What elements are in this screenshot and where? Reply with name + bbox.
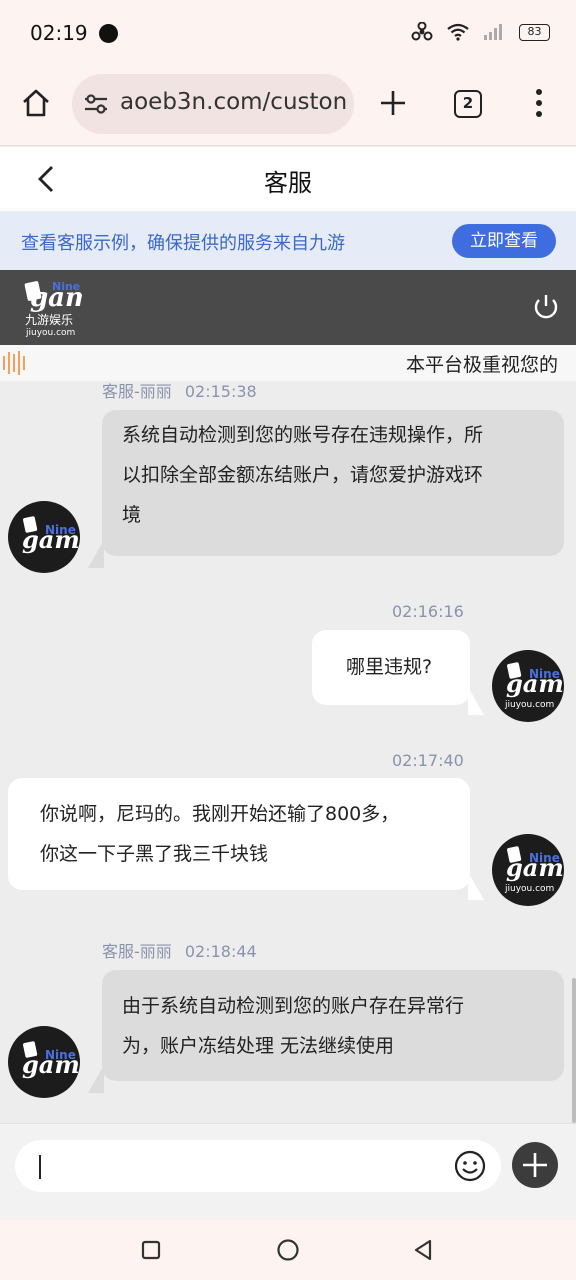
- avatar-logo: gameNine: [22, 1041, 80, 1079]
- avatar-nine-text: Nine: [529, 667, 560, 681]
- more-vert-icon[interactable]: [531, 88, 547, 118]
- nav-home-icon[interactable]: [276, 1238, 300, 1262]
- avatar-logo: gameNine: [22, 516, 80, 554]
- brand-bar: game Nine 九游娱乐 jiuyou.com: [0, 270, 576, 345]
- url-text[interactable]: aoeb3n.com/custon: [120, 89, 346, 115]
- audio-bars-icon: [3, 351, 25, 375]
- message-meta: 客服-丽丽 02:15:38: [102, 381, 257, 402]
- bubble-tail: [468, 675, 484, 715]
- avatar-nine-text: Nine: [529, 851, 560, 865]
- message-time: 02:18:44: [184, 942, 257, 961]
- avatar-logo: gameNinejiuyou.com: [504, 662, 564, 710]
- message-time: 02:16:16: [392, 602, 464, 621]
- message-line: 你说啊，尼玛的。我刚开始还输了800多，: [40, 803, 400, 825]
- announcement-marquee: 本平台极重视您的: [0, 345, 576, 381]
- text-caret: [39, 1155, 41, 1179]
- add-icon: [523, 1153, 547, 1177]
- message-bubble: 哪里违规?: [312, 630, 470, 705]
- site-settings-icon[interactable]: [83, 93, 109, 115]
- page-title: 客服: [264, 169, 312, 197]
- add-attachment-button[interactable]: [512, 1142, 558, 1188]
- chat-scrollbar[interactable]: [572, 978, 576, 1123]
- nav-recent-icon[interactable]: [141, 1240, 161, 1260]
- home-icon[interactable]: [20, 87, 52, 119]
- status-time: 02:19: [30, 21, 88, 45]
- message-input[interactable]: [15, 1140, 501, 1192]
- message-bubble: 系统自动检测到您的账号存在违规操作，所 以扣除全部金额冻结账户，请您爱护游戏环 …: [102, 410, 564, 556]
- page-header: 客服: [0, 147, 576, 211]
- avatar: gameNine: [8, 501, 80, 573]
- emoji-icon[interactable]: [453, 1149, 487, 1183]
- message-time: 02:15:38: [184, 382, 257, 401]
- message-line: 哪里违规?: [346, 656, 433, 678]
- message-line: 境: [122, 504, 142, 526]
- avatar-logo: gameNinejiuyou.com: [504, 846, 564, 894]
- brand-cn-text: 九游娱乐: [25, 313, 73, 327]
- status-bar: 02:19 83: [0, 0, 576, 66]
- bubble-tail: [88, 1053, 104, 1093]
- message-sender: 客服-丽丽: [102, 382, 172, 401]
- message-bubble: 你说啊，尼玛的。我刚开始还输了800多， 你这一下子黑了我三千块钱: [8, 778, 470, 890]
- nav-back-icon[interactable]: [412, 1238, 434, 1262]
- view-now-button[interactable]: 立即查看: [452, 224, 556, 258]
- bubble-tail: [468, 860, 484, 900]
- message-line: 你这一下子黑了我三千块钱: [40, 843, 269, 865]
- brand-logo: game Nine 九游娱乐 jiuyou.com: [24, 280, 82, 338]
- tab-switcher-icon[interactable]: 2: [454, 90, 482, 118]
- message-meta: 客服-丽丽 02:18:44: [102, 938, 257, 962]
- avatar: gameNine: [8, 1026, 80, 1098]
- chat-area[interactable]: 客服-丽丽 02:15:38 系统自动检测到您的账号存在违规操作，所 以扣除全部…: [0, 381, 576, 1123]
- avatar: gameNinejiuyou.com: [492, 834, 564, 906]
- address-bar[interactable]: aoeb3n.com/custon: [72, 74, 354, 134]
- message-composer: [0, 1123, 576, 1220]
- fan-icon: [411, 22, 433, 41]
- message-sender: 客服-丽丽: [102, 942, 172, 961]
- message-line: 为，账户冻结处理 无法继续使用: [122, 1035, 395, 1057]
- notice-banner: 查看客服示例，确保提供的服务来自九游 立即查看: [0, 211, 576, 270]
- message-line: 由于系统自动检测到您的账户存在异常行: [122, 995, 465, 1017]
- brand-site-text: jiuyou.com: [25, 328, 75, 338]
- plus-icon[interactable]: [378, 88, 408, 118]
- notice-text: 查看客服示例，确保提供的服务来自九游: [21, 233, 345, 254]
- notification-dot-icon: [99, 24, 118, 43]
- avatar-site-text: jiuyou.com: [504, 884, 554, 894]
- power-icon[interactable]: [531, 292, 561, 322]
- brand-nine-text: Nine: [52, 280, 80, 293]
- browser-toolbar: aoeb3n.com/custon 2: [0, 66, 576, 146]
- avatar-nine-text: Nine: [45, 1048, 76, 1062]
- message-time: 02:17:40: [392, 751, 464, 770]
- system-nav-bar: [0, 1220, 576, 1280]
- avatar: gameNinejiuyou.com: [492, 650, 564, 722]
- message-line: 系统自动检测到您的账号存在违规操作，所: [122, 424, 484, 446]
- message-bubble: 由于系统自动检测到您的账户存在异常行 为，账户冻结处理 无法继续使用: [102, 970, 564, 1081]
- bubble-tail: [88, 528, 104, 568]
- marquee-text: 本平台极重视您的: [406, 354, 559, 376]
- battery-indicator: 83: [519, 23, 550, 41]
- avatar-site-text: jiuyou.com: [504, 700, 554, 710]
- signal-icon: [484, 24, 502, 40]
- avatar-nine-text: Nine: [45, 523, 76, 537]
- message-line: 以扣除全部金额冻结账户，请您爱护游戏环: [122, 464, 484, 486]
- wifi-icon: [447, 23, 469, 41]
- status-icons: 83: [411, 22, 550, 42]
